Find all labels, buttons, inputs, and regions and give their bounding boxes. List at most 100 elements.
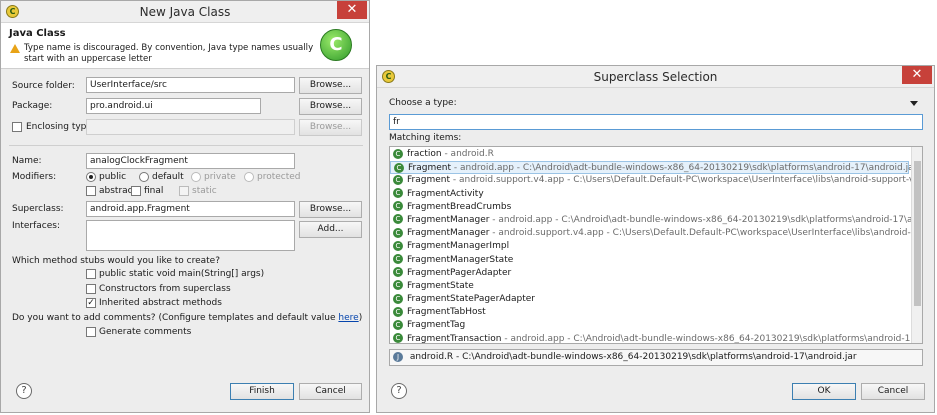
list-item[interactable]: C Fragment - android.app - C:\Android\adt… <box>390 161 917 175</box>
item-name: FragmentManagerImpl <box>407 241 510 252</box>
modifier-default-radio[interactable] <box>139 172 149 182</box>
finish-button[interactable]: Finish <box>230 383 294 400</box>
ok-button[interactable]: OK <box>792 383 856 400</box>
modifier-public-label: public <box>99 172 127 182</box>
item-path: - android.app - C:\Android\adt-bundle-wi… <box>489 214 923 225</box>
type-filter-input[interactable]: fr <box>389 114 923 130</box>
list-item[interactable]: C FragmentTag <box>390 319 909 332</box>
interfaces-list[interactable] <box>86 220 295 251</box>
item-name: FragmentState <box>407 280 474 291</box>
stub-constructors-label: Constructors from superclass <box>99 284 231 294</box>
superclass-selection-window: C Superclass Selection ✕ Choose a type: … <box>376 65 935 413</box>
item-path: - android.support.v4.app - C:\Users\Defa… <box>450 175 923 186</box>
item-name: FragmentStatePagerAdapter <box>407 294 536 305</box>
class-icon: C <box>393 188 403 199</box>
class-icon: C <box>393 227 403 238</box>
list-item[interactable]: C FragmentManager - android.support.v4.ap… <box>390 227 922 240</box>
item-path: - android.app - C:\Android\adt-bundle-wi… <box>451 163 918 174</box>
list-rows: Cfraction - android.R C Fragment - android… <box>390 148 922 344</box>
item-path: - android.support.v4.app - C:\Users\Defa… <box>492 228 922 239</box>
stub-constructors-checkbox[interactable] <box>86 284 96 294</box>
modifier-private-radio <box>191 172 201 182</box>
item-name: Fragment <box>408 163 451 174</box>
list-item[interactable]: C FragmentManagerImpl <box>390 240 909 253</box>
list-item[interactable]: C FragmentState <box>390 280 909 293</box>
stub-inherited-checkbox[interactable]: ✓ <box>86 298 96 308</box>
class-icon: C <box>393 240 403 251</box>
comments-question-text: Do you want to add comments? (Configure … <box>12 313 336 323</box>
superclass-input[interactable]: android.app.Fragment <box>86 201 295 217</box>
class-icon: C <box>393 333 403 343</box>
modifier-final-checkbox[interactable] <box>131 186 141 196</box>
browse-superclass-button[interactable]: Browse... <box>299 201 362 218</box>
choose-type-label: Choose a type: <box>389 98 457 108</box>
modifier-final-label: final <box>144 186 164 196</box>
item-name: FragmentTransaction <box>407 333 502 344</box>
window-title: New Java Class <box>139 5 231 19</box>
superclass-label: Superclass: <box>12 204 64 214</box>
close-button[interactable]: ✕ <box>902 66 932 84</box>
add-interface-button[interactable]: Add... <box>299 221 362 238</box>
stub-inherited-label: Inherited abstract methods <box>99 298 222 308</box>
list-item[interactable]: C FragmentManager - android.app - C:\Andr… <box>390 214 922 227</box>
list-item[interactable]: C FragmentTabHost <box>390 306 909 319</box>
vertical-scrollbar[interactable] <box>911 147 922 343</box>
item-name: FragmentTabHost <box>407 307 486 318</box>
list-item[interactable]: C FragmentBreadCrumbs <box>390 201 909 214</box>
list-item[interactable]: C Fragment - android.support.v4.app - C:\… <box>390 174 922 187</box>
class-icon: C <box>393 280 403 291</box>
list-item[interactable]: C FragmentTransaction - android.app - C:\… <box>390 333 922 344</box>
generate-comments-checkbox[interactable] <box>86 327 96 337</box>
modifier-private-label: private <box>204 172 236 182</box>
source-folder-input[interactable]: UserInterface/src <box>86 77 295 93</box>
menu-dropdown-icon[interactable] <box>910 101 918 106</box>
title-bar[interactable]: C New Java Class ✕ <box>1 1 369 23</box>
class-icon: C <box>393 254 403 264</box>
class-icon: C <box>393 267 403 278</box>
stub-main-checkbox[interactable] <box>86 269 96 279</box>
enclosing-type-input <box>86 119 295 135</box>
modifier-protected-label: protected <box>257 172 301 182</box>
list-item[interactable]: C FragmentManagerState <box>390 254 909 267</box>
cancel-button[interactable]: Cancel <box>299 383 362 400</box>
help-icon[interactable]: ? <box>16 383 32 399</box>
modifier-public-radio[interactable] <box>86 172 96 182</box>
enclosing-type-label: Enclosing type: <box>26 122 95 132</box>
list-item[interactable]: C FragmentActivity <box>390 188 909 201</box>
warning-text: Type name is discouraged. By convention,… <box>24 43 314 64</box>
item-name: FragmentManager <box>407 228 490 239</box>
enclosing-type-checkbox[interactable] <box>12 122 22 132</box>
list-item[interactable]: C FragmentStatePagerAdapter <box>390 293 909 306</box>
modifier-protected-radio <box>244 172 254 182</box>
class-icon: C <box>393 293 403 304</box>
item-name: Fragment <box>407 175 450 186</box>
class-icon: C <box>394 162 404 173</box>
configure-templates-link[interactable]: here <box>338 313 358 323</box>
comments-question-end: ) <box>358 313 363 323</box>
modifier-abstract-checkbox[interactable] <box>86 186 96 196</box>
package-icon: J <box>393 351 403 362</box>
class-icon: C <box>393 214 403 225</box>
matching-items-list[interactable]: Cfraction - android.R C Fragment - android… <box>389 146 923 344</box>
scrollbar-thumb[interactable] <box>914 161 921 306</box>
list-item[interactable]: C FragmentPagerAdapter <box>390 267 909 280</box>
name-input[interactable]: analogClockFragment <box>86 153 295 169</box>
item-name: FragmentManager <box>407 214 490 225</box>
title-bar[interactable]: C Superclass Selection ✕ <box>377 66 934 88</box>
browse-package-button[interactable]: Browse... <box>299 98 362 115</box>
package-input[interactable]: pro.android.ui <box>86 98 261 114</box>
cancel-button[interactable]: Cancel <box>861 383 925 400</box>
name-label: Name: <box>12 156 42 166</box>
item-name: FragmentPagerAdapter <box>407 267 512 278</box>
list-item[interactable]: Cfraction - android.R <box>390 148 909 161</box>
modifier-default-label: default <box>152 172 184 182</box>
browse-source-folder-button[interactable]: Browse... <box>299 77 362 94</box>
class-icon: C <box>393 174 403 185</box>
class-wizard-icon: C <box>320 29 352 61</box>
help-icon[interactable]: ? <box>391 383 407 399</box>
package-label: Package: <box>12 101 53 111</box>
class-icon: C <box>393 201 403 212</box>
banner-title: Java Class <box>9 28 66 39</box>
close-button[interactable]: ✕ <box>337 1 367 19</box>
class-icon: C <box>393 306 403 317</box>
